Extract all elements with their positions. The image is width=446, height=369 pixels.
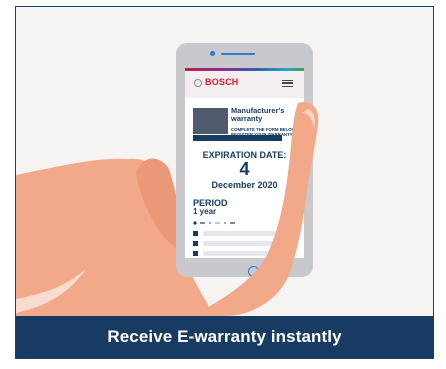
list-item-placeholder	[203, 241, 285, 246]
expiration-month-year: December 2020	[211, 180, 278, 190]
brand-logo-text: BOSCH	[205, 77, 239, 87]
bosch-logo-icon	[194, 79, 202, 87]
speaker-grille-icon	[221, 53, 255, 55]
illustration-card: BOSCH Manufacturer's warranty COMPLETE T…	[15, 6, 434, 359]
warranty-title: Manufacturer's warranty	[231, 106, 285, 123]
banner-caption: Receive E-warranty instantly	[107, 327, 342, 346]
list-item-placeholder	[203, 231, 285, 236]
warranty-content: Manufacturer's warranty COMPLETE THE FOR…	[185, 98, 304, 258]
caption-banner: Receive E-warranty instantly	[16, 316, 433, 358]
front-camera-icon	[210, 51, 215, 56]
expiration-day: 4	[239, 159, 250, 179]
product-thumbnail	[193, 108, 228, 134]
phone-screen: BOSCH Manufacturer's warranty COMPLETE T…	[185, 68, 304, 258]
period-value: 1 year	[193, 207, 217, 216]
pagination-dots-icon	[193, 221, 235, 225]
list-item-placeholder	[203, 251, 285, 256]
hamburger-menu-icon[interactable]	[282, 80, 293, 87]
list-item-icon	[193, 231, 198, 236]
warranty-subtitle: COMPLETE THE FORM BELOW TO REGISTER YOUR…	[231, 127, 303, 137]
app-header: BOSCH	[185, 71, 304, 94]
home-button-icon	[248, 266, 259, 277]
list-item-icon	[193, 251, 198, 256]
list-item-icon	[193, 241, 198, 246]
phone-in-hand-illustration: BOSCH Manufacturer's warranty COMPLETE T…	[16, 7, 433, 316]
